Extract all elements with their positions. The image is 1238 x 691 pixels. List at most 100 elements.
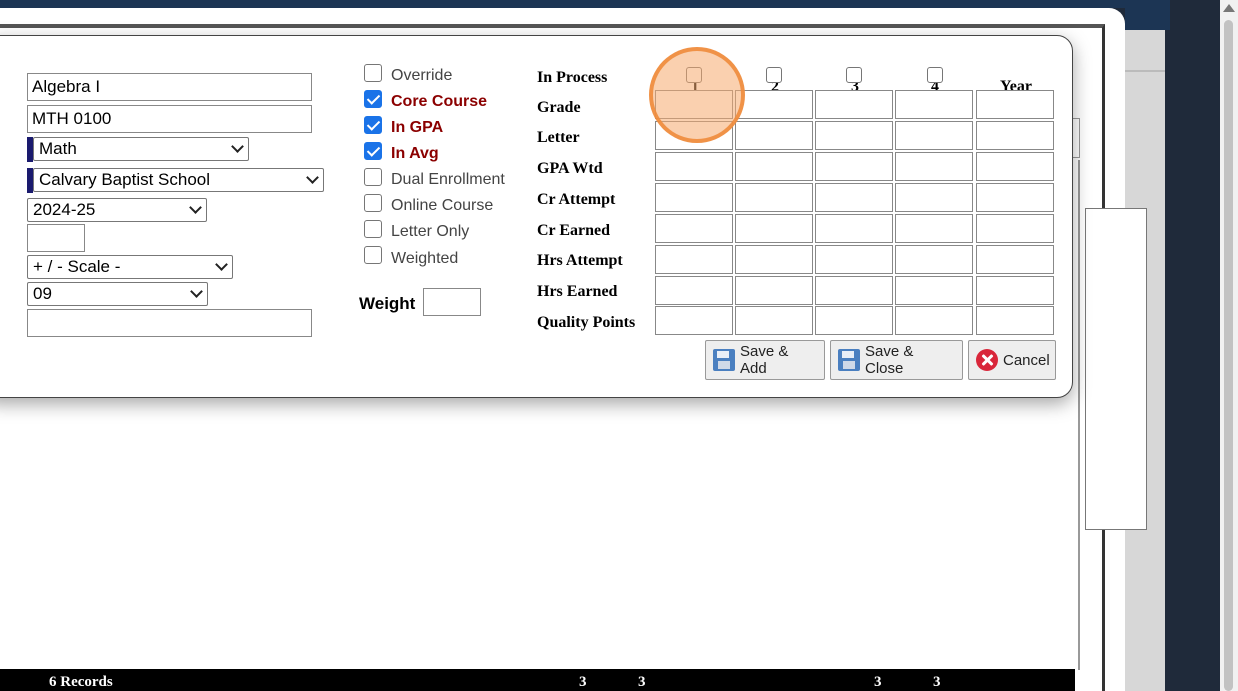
chevron-down-icon xyxy=(215,258,228,271)
row-label-cr-attempt: Cr Attempt xyxy=(537,191,616,208)
footer-value: 3 xyxy=(933,674,941,690)
in-process-checkbox-1[interactable] xyxy=(686,67,702,83)
scroll-thumb[interactable] xyxy=(1224,20,1233,691)
in-avg-checkbox[interactable] xyxy=(364,142,382,160)
grid-cell-grade-year[interactable] xyxy=(976,90,1054,119)
grid-cell-letter-1[interactable] xyxy=(655,121,733,150)
override-checkbox[interactable] xyxy=(364,64,382,82)
grid-cell-gpa-wtd-4[interactable] xyxy=(895,152,973,181)
grid-cell-cr-attempt-2[interactable] xyxy=(735,183,813,212)
grid-cell-cr-attempt-1[interactable] xyxy=(655,183,733,212)
in-gpa-label: In GPA xyxy=(391,119,444,136)
row-label-grade: Grade xyxy=(537,99,581,116)
weighted-checkbox[interactable] xyxy=(364,246,382,264)
grid-cell-hrs-attempt-year[interactable] xyxy=(976,245,1054,274)
row-label-hrs-attempt: Hrs Attempt xyxy=(537,252,623,269)
grid-cell-quality-points-1[interactable] xyxy=(655,306,733,335)
grid-cell-quality-points-2[interactable] xyxy=(735,306,813,335)
grid-cell-letter-3[interactable] xyxy=(815,121,893,150)
grid-cell-gpa-wtd-year[interactable] xyxy=(976,152,1054,181)
letter-only-checkbox[interactable] xyxy=(364,220,382,238)
row-label-quality-points: Quality Points xyxy=(537,314,636,331)
grid-cell-cr-earned-4[interactable] xyxy=(895,214,973,243)
override-label: Override xyxy=(391,67,453,84)
grid-cell-hrs-attempt-4[interactable] xyxy=(895,245,973,274)
grid-cell-quality-points-3[interactable] xyxy=(815,306,893,335)
weight-label: Weight xyxy=(359,294,416,313)
save-close-button[interactable]: Save & Close xyxy=(830,340,963,380)
grid-cell-hrs-earned-year[interactable] xyxy=(976,276,1054,305)
grid-cell-hrs-earned-2[interactable] xyxy=(735,276,813,305)
in-gpa-checkbox[interactable] xyxy=(364,116,382,134)
online-course-checkbox[interactable] xyxy=(364,194,382,212)
save-add-button[interactable]: Save & Add xyxy=(705,340,825,380)
row-label-gpa-wtd: GPA Wtd xyxy=(537,160,603,177)
grid-cell-cr-attempt-year[interactable] xyxy=(976,183,1054,212)
chevron-down-icon xyxy=(306,171,319,184)
grid-cell-hrs-earned-4[interactable] xyxy=(895,276,973,305)
grid-cell-grade-1[interactable] xyxy=(655,90,733,119)
grid-cell-letter-year[interactable] xyxy=(976,121,1054,150)
grade-level-select[interactable]: 09 xyxy=(27,282,208,306)
grid-cell-cr-attempt-4[interactable] xyxy=(895,183,973,212)
floppy-disk-icon xyxy=(838,349,860,371)
grid-cell-quality-points-year[interactable] xyxy=(976,306,1054,335)
grid-cell-cr-earned-year[interactable] xyxy=(976,214,1054,243)
notes-input[interactable] xyxy=(27,309,312,337)
chevron-down-icon xyxy=(231,140,244,153)
grid-cell-hrs-earned-3[interactable] xyxy=(815,276,893,305)
grid-cell-hrs-attempt-1[interactable] xyxy=(655,245,733,274)
grid-cell-hrs-attempt-3[interactable] xyxy=(815,245,893,274)
weighted-label: Weighted xyxy=(391,250,459,267)
divider xyxy=(1078,160,1080,670)
course-name-input[interactable] xyxy=(27,73,312,101)
dual-enrollment-checkbox[interactable] xyxy=(364,168,382,186)
records-footer: 6 Records 3 3 3 3 xyxy=(0,669,1075,691)
chevron-down-icon xyxy=(190,285,203,298)
cancel-button[interactable]: Cancel xyxy=(968,340,1056,380)
course-code-input[interactable] xyxy=(27,105,312,133)
year-select[interactable]: 2024-25 xyxy=(27,198,207,222)
row-label-hrs-earned: Hrs Earned xyxy=(537,283,618,300)
weight-input[interactable] xyxy=(423,288,481,316)
grid-cell-gpa-wtd-2[interactable] xyxy=(735,152,813,181)
letter-only-label: Letter Only xyxy=(391,223,470,240)
grid-cell-hrs-earned-1[interactable] xyxy=(655,276,733,305)
grid-cell-grade-4[interactable] xyxy=(895,90,973,119)
core-course-label: Core Course xyxy=(391,93,488,110)
row-label-letter: Letter xyxy=(537,129,580,146)
scroll-up-icon[interactable] xyxy=(1223,4,1235,12)
grid-cell-quality-points-4[interactable] xyxy=(895,306,973,335)
records-count: 6 Records xyxy=(49,674,113,690)
grid-cell-cr-earned-1[interactable] xyxy=(655,214,733,243)
app-header-strip-right xyxy=(1125,0,1170,30)
footer-value: 3 xyxy=(579,674,587,690)
scale-select[interactable]: + / - Scale - xyxy=(27,255,233,279)
grid-cell-letter-4[interactable] xyxy=(895,121,973,150)
grid-cell-letter-2[interactable] xyxy=(735,121,813,150)
subject-select[interactable]: Math xyxy=(33,137,249,161)
grid-cell-hrs-attempt-2[interactable] xyxy=(735,245,813,274)
grid-cell-cr-attempt-3[interactable] xyxy=(815,183,893,212)
footer-value: 3 xyxy=(874,674,882,690)
in-avg-label: In Avg xyxy=(391,145,439,162)
grid-cell-cr-earned-3[interactable] xyxy=(815,214,893,243)
small-input[interactable] xyxy=(27,224,85,252)
dual-enrollment-label: Dual Enrollment xyxy=(391,171,505,188)
chevron-down-icon xyxy=(189,201,202,214)
background-panel xyxy=(1085,208,1147,530)
page-scrollbar[interactable] xyxy=(1220,0,1238,691)
grid-cell-grade-2[interactable] xyxy=(735,90,813,119)
footer-value: 3 xyxy=(638,674,646,690)
in-process-checkbox-4[interactable] xyxy=(927,67,943,83)
floppy-disk-icon xyxy=(713,349,735,371)
school-select[interactable]: Calvary Baptist School xyxy=(33,168,324,192)
in-process-checkbox-2[interactable] xyxy=(766,67,782,83)
in-process-checkbox-3[interactable] xyxy=(846,67,862,83)
app-header-strip xyxy=(0,0,1170,8)
core-course-checkbox[interactable] xyxy=(364,90,382,108)
grid-cell-gpa-wtd-3[interactable] xyxy=(815,152,893,181)
grid-cell-cr-earned-2[interactable] xyxy=(735,214,813,243)
grid-cell-grade-3[interactable] xyxy=(815,90,893,119)
grid-cell-gpa-wtd-1[interactable] xyxy=(655,152,733,181)
